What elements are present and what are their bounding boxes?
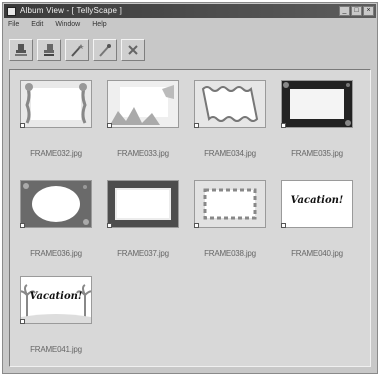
menu-bar: File Edit Window Help [4,19,376,31]
frame033-image [108,81,178,127]
wand-button[interactable] [65,39,89,61]
vacation-caption: Vacation! [290,195,344,206]
stamp-alt-icon [44,44,54,56]
filename-label: FRAME037.jpg [117,249,169,258]
filename-label: FRAME035.jpg [291,149,343,158]
thumbnail-marker [20,223,25,228]
frame038-image [195,181,265,227]
filename-label: FRAME033.jpg [117,149,169,158]
thumbnail-marker [20,123,25,128]
toolbar [9,39,145,63]
filename-label: FRAME034.jpg [204,149,256,158]
filename-label: FRAME040.jpg [291,249,343,258]
close-button[interactable]: × [363,6,374,16]
thumbnail-marker [107,223,112,228]
title-bar[interactable]: Album View - [ TellyScape ] _ □ × [4,4,376,18]
window-controls: _ □ × [339,6,374,16]
frame032-image [21,81,91,127]
menu-edit[interactable]: Edit [31,19,43,31]
thumbnail-frame037[interactable] [107,180,179,228]
menu-window[interactable]: Window [55,19,80,31]
maximize-button[interactable]: □ [351,6,362,16]
thumbnail-marker [281,223,286,228]
thumbnail-frame038[interactable] [194,180,266,228]
thumbnail-grid: FRAME032.jpg FRAME033.jpg FRAME034.jpg F… [9,69,371,367]
thumbnail-marker [20,319,25,324]
frame037-image [108,181,178,227]
wand-alt-button[interactable] [93,39,117,61]
filename-label: FRAME041.jpg [30,345,82,354]
frame035-image [282,81,352,127]
stamp-icon [15,44,27,56]
thumbnail-marker [194,123,199,128]
vacation-caption: Vacation! [29,291,83,302]
filename-label: FRAME038.jpg [204,249,256,258]
thumbnail-frame036[interactable] [20,180,92,228]
app-icon [7,6,16,16]
stamp-alt-button[interactable] [37,39,61,61]
filename-label: FRAME032.jpg [30,149,82,158]
wand-icon [71,44,84,57]
frame034-image [195,81,265,127]
frame036-image [21,181,91,227]
menu-file[interactable]: File [8,19,19,31]
thumbnail-marker [281,123,286,128]
thumbnail-marker [194,223,199,228]
thumbnail-frame035[interactable] [281,80,353,128]
menu-help[interactable]: Help [92,19,106,31]
thumbnail-frame040[interactable]: Vacation! [281,180,353,228]
thumbnail-marker [107,123,112,128]
minimize-button[interactable]: _ [339,6,350,16]
window-title: Album View - [ TellyScape ] [20,6,123,15]
album-window: Album View - [ TellyScape ] _ □ × File E… [2,2,378,374]
thumbnail-frame032[interactable] [20,80,92,128]
thumbnail-frame033[interactable] [107,80,179,128]
wand-alt-icon [99,44,111,57]
thumbnail-frame041[interactable]: Vacation! [20,276,92,324]
stamp-button[interactable] [9,39,33,61]
delete-icon [128,45,138,55]
thumbnail-frame034[interactable] [194,80,266,128]
filename-label: FRAME036.jpg [30,249,82,258]
delete-button[interactable] [121,39,145,61]
